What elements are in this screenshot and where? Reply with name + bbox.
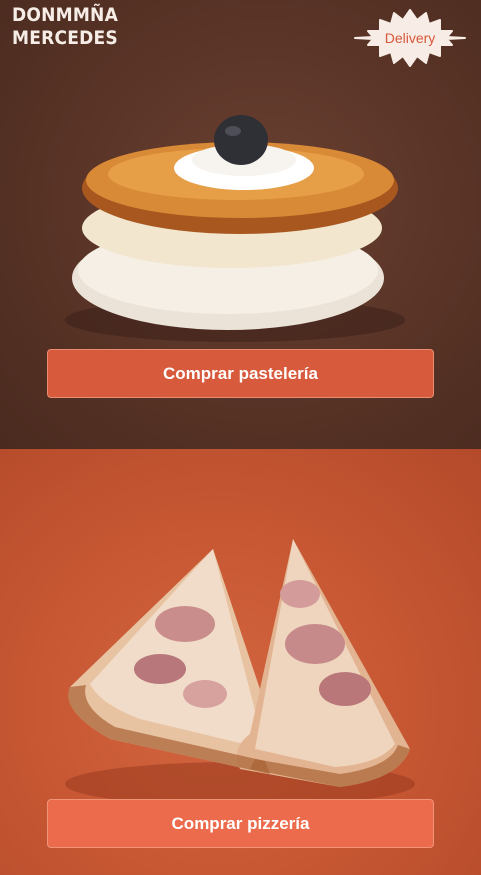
brand-logo[interactable]: DONMMÑA MERCEDES [12, 4, 118, 50]
pizza-section: Comprar pizzería [0, 449, 481, 875]
buy-pizza-button[interactable]: Comprar pizzería [47, 799, 434, 848]
delivery-label: Delivery [384, 30, 436, 46]
buy-pastry-button[interactable]: Comprar pastelería [47, 349, 434, 398]
logo-line-1: DONMMÑA [12, 4, 118, 26]
logo-line-2: MERCEDES [12, 27, 118, 49]
site-header: DONMMÑA MERCEDES Delivery [0, 0, 481, 80]
delivery-button[interactable]: Delivery [354, 9, 466, 67]
